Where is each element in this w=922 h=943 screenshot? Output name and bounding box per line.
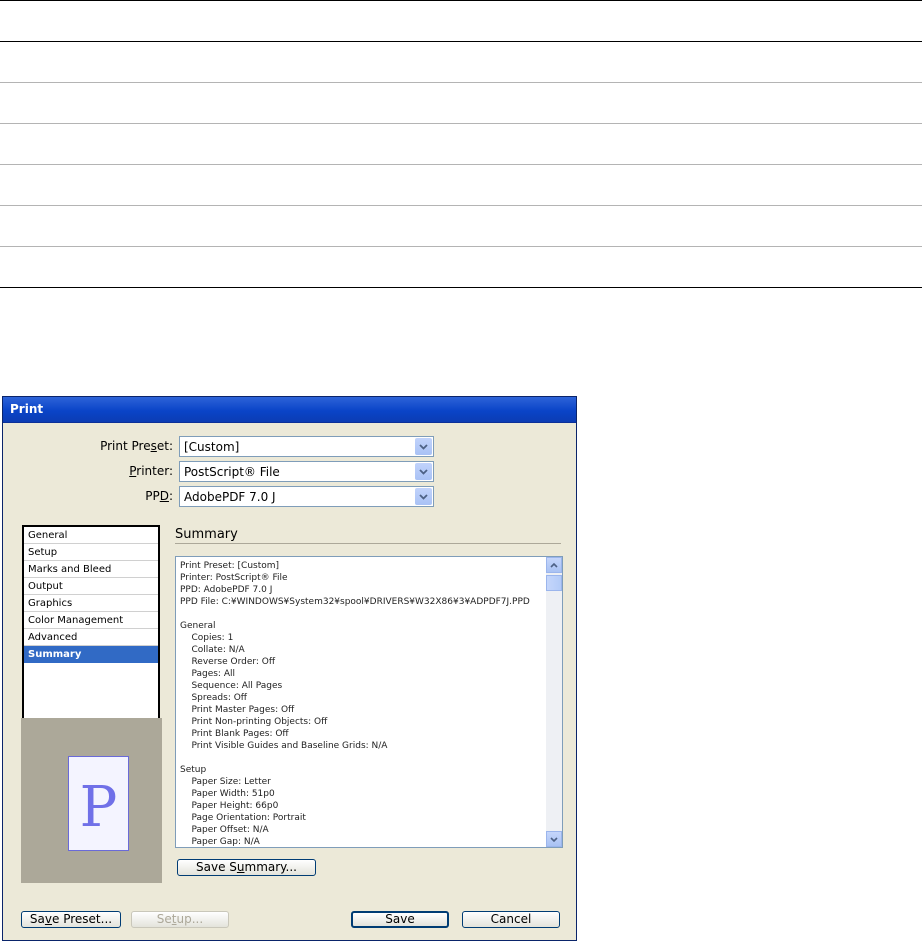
ppd-select[interactable]: AdobePDF 7.0 J <box>179 486 434 507</box>
printer-value: PostScript® File <box>184 465 280 479</box>
save-summary-button[interactable]: Save Summary... <box>177 859 316 876</box>
category-summary[interactable]: Summary <box>24 646 158 663</box>
preview-page: P <box>68 756 129 851</box>
scroll-up-button[interactable] <box>546 557 562 573</box>
page-preview: P <box>21 718 162 883</box>
save-preset-button[interactable]: Save Preset... <box>21 911 121 928</box>
category-output[interactable]: Output <box>24 578 158 595</box>
chevron-down-icon[interactable] <box>415 438 432 455</box>
scroll-down-button[interactable] <box>546 831 562 847</box>
category-marks-and-bleed[interactable]: Marks and Bleed <box>24 561 158 578</box>
preview-letter: P <box>79 775 118 840</box>
ppd-value: AdobePDF 7.0 J <box>184 490 276 504</box>
dialog-title: Print <box>10 402 44 416</box>
rule-5 <box>0 205 922 206</box>
top-rule <box>0 0 922 1</box>
chevron-down-icon[interactable] <box>415 463 432 480</box>
setup-button[interactable]: Setup... <box>131 911 229 928</box>
print-preset-select[interactable]: [Custom] <box>179 436 434 457</box>
rule-6 <box>0 246 922 247</box>
ppd-label: PPD: <box>145 489 173 503</box>
summary-text: Print Preset: [Custom] Printer: PostScri… <box>180 561 530 847</box>
dialog-body: Print Preset: [Custom] Printer: PostScri… <box>8 423 571 935</box>
chevron-down-icon[interactable] <box>415 488 432 505</box>
print-dialog: Print Print Preset: [Custom] Printer: Po… <box>2 396 577 941</box>
section-title: Summary <box>175 527 238 542</box>
cancel-button[interactable]: Cancel <box>462 911 560 928</box>
category-advanced[interactable]: Advanced <box>24 629 158 646</box>
scroll-thumb[interactable] <box>546 575 562 591</box>
printer-label: Printer: <box>129 464 173 478</box>
rule-1 <box>0 41 922 42</box>
print-preset-value: [Custom] <box>184 440 240 454</box>
summary-scrollbar[interactable] <box>546 557 562 847</box>
rule-7 <box>0 287 922 288</box>
rule-2 <box>0 82 922 83</box>
rule-3 <box>0 123 922 124</box>
category-setup[interactable]: Setup <box>24 544 158 561</box>
category-general[interactable]: General <box>24 527 158 544</box>
section-divider <box>175 543 561 544</box>
title-bar[interactable]: Print <box>3 397 576 423</box>
summary-box[interactable]: Print Preset: [Custom] Printer: PostScri… <box>175 556 563 848</box>
printer-select[interactable]: PostScript® File <box>179 461 434 482</box>
rule-4 <box>0 164 922 165</box>
category-list: General Setup Marks and Bleed Output Gra… <box>22 525 160 738</box>
category-color-management[interactable]: Color Management <box>24 612 158 629</box>
category-graphics[interactable]: Graphics <box>24 595 158 612</box>
print-preset-label: Print Preset: <box>100 439 173 453</box>
save-button[interactable]: Save <box>351 911 449 928</box>
